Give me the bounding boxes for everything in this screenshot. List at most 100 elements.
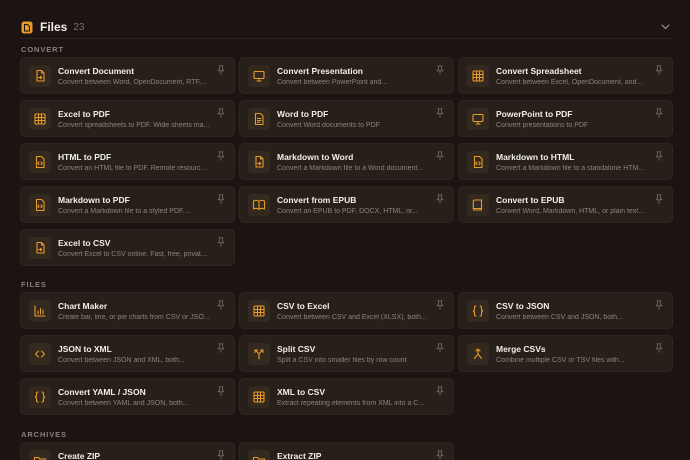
pin-icon[interactable] xyxy=(655,194,663,204)
file-convert-icon xyxy=(248,151,270,173)
tool-card-xml-to-csv[interactable]: XML to CSV Extract repeating elements fro… xyxy=(239,378,454,415)
tool-description: Convert a Markdown file to a styled PDF.… xyxy=(58,208,191,215)
pin-icon[interactable] xyxy=(436,386,444,396)
tool-title: Markdown to HTML xyxy=(496,152,575,162)
pin-icon[interactable] xyxy=(436,300,444,310)
document-icon xyxy=(248,108,270,130)
pin-icon[interactable] xyxy=(655,151,663,161)
pin-icon[interactable] xyxy=(217,194,225,204)
pin-icon[interactable] xyxy=(655,65,663,75)
pin-icon[interactable] xyxy=(217,108,225,118)
tool-title: JSON to XML xyxy=(58,344,112,354)
tool-card-excel-to-pdf[interactable]: Excel to PDF Convert spreadsheets to PDF.… xyxy=(20,100,235,137)
pin-icon[interactable] xyxy=(217,450,225,460)
pin-icon[interactable] xyxy=(436,194,444,204)
presentation-icon xyxy=(248,65,270,87)
pin-icon[interactable] xyxy=(217,300,225,310)
tool-title: Extract ZIP xyxy=(277,451,322,460)
spreadsheet-icon xyxy=(248,300,270,322)
bar-chart-icon xyxy=(29,300,51,322)
tool-card-word-to-pdf[interactable]: Word to PDF Convert Word documents to PDF xyxy=(239,100,454,137)
folder-icon xyxy=(29,450,51,460)
tool-card-markdown-to-html[interactable]: Markdown to HTML Convert a Markdown file … xyxy=(458,143,673,180)
tool-card-convert-presentation[interactable]: Convert Presentation Convert between Powe… xyxy=(239,57,454,94)
pin-icon[interactable] xyxy=(655,343,663,353)
tool-description: Split a CSV into smaller files by row co… xyxy=(277,357,407,364)
pin-icon[interactable] xyxy=(655,300,663,310)
tool-card-markdown-to-pdf[interactable]: Markdown to PDF Convert a Markdown file t… xyxy=(20,186,235,223)
tool-description: Convert Word documents to PDF xyxy=(277,122,380,129)
tool-description: Create bar, line, or pie charts from CSV… xyxy=(58,314,210,321)
pin-icon[interactable] xyxy=(436,65,444,75)
pin-icon[interactable] xyxy=(217,343,225,353)
pin-icon[interactable] xyxy=(436,151,444,161)
tool-title: Convert YAML / JSON xyxy=(58,387,146,397)
tool-title: Merge CSVs xyxy=(496,344,546,354)
tool-card-json-to-xml[interactable]: JSON to XML Convert between JSON and XML,… xyxy=(20,335,235,372)
pin-icon[interactable] xyxy=(217,65,225,75)
files-count: 23 xyxy=(73,21,85,33)
pin-icon[interactable] xyxy=(436,450,444,460)
tool-title: Convert Presentation xyxy=(277,66,363,76)
section-label-convert: CONVERT xyxy=(21,45,64,54)
spreadsheet-icon xyxy=(29,108,51,130)
tool-description: Convert between YAML and JSON, both... xyxy=(58,400,189,407)
tool-card-markdown-to-word[interactable]: Markdown to Word Convert a Markdown file … xyxy=(239,143,454,180)
tool-card-convert-spreadsheet[interactable]: Convert Spreadsheet Convert between Excel… xyxy=(458,57,673,94)
tool-card-create-zip[interactable]: Create ZIP xyxy=(20,442,235,460)
code-file-icon xyxy=(29,194,51,216)
chevron-down-icon[interactable] xyxy=(658,20,672,34)
tool-card-html-to-pdf[interactable]: HTML to PDF Convert an HTML file to PDF. … xyxy=(20,143,235,180)
tool-title: PowerPoint to PDF xyxy=(496,109,573,119)
tool-title: Excel to CSV xyxy=(58,238,111,248)
tool-card-convert-to-epub[interactable]: Convert to EPUB Convert Word, Markdown, H… xyxy=(458,186,673,223)
tool-description: Convert between JSON and XML, both... xyxy=(58,357,185,364)
tool-card-chart-maker[interactable]: Chart Maker Create bar, line, or pie char… xyxy=(20,292,235,329)
tool-description: Convert Excel to CSV online. Fast, free,… xyxy=(58,251,210,258)
tool-description: Convert an HTML file to PDF. Remote reso… xyxy=(58,165,210,172)
split-icon xyxy=(248,343,270,365)
pin-icon[interactable] xyxy=(655,108,663,118)
tool-description: Convert between Word, OpenDocument, RTF,… xyxy=(58,79,207,86)
book-open-icon xyxy=(248,194,270,216)
tool-description: Convert between Excel, OpenDocument, and… xyxy=(496,79,643,86)
section-label-archives: ARCHIVES xyxy=(21,430,67,439)
tool-title: Excel to PDF xyxy=(58,109,110,119)
tool-description: Convert between CSV and JSON, both... xyxy=(496,314,623,321)
code-icon xyxy=(29,343,51,365)
tool-description: Extract repeating elements from XML into… xyxy=(277,400,425,407)
tool-title: XML to CSV xyxy=(277,387,326,397)
tool-description: Convert between PowerPoint and... xyxy=(277,79,388,86)
file-icon xyxy=(20,20,34,34)
tool-card-split-csv[interactable]: Split CSV Split a CSV into smaller files … xyxy=(239,335,454,372)
tool-card-convert-from-epub[interactable]: Convert from EPUB Convert an EPUB to PDF,… xyxy=(239,186,454,223)
tool-title: Word to PDF xyxy=(277,109,329,119)
header-divider xyxy=(20,38,674,39)
tool-card-merge-csvs[interactable]: Merge CSVs Combine multiple CSV or TSV fi… xyxy=(458,335,673,372)
pin-icon[interactable] xyxy=(217,386,225,396)
tool-card-csv-to-excel[interactable]: CSV to Excel Convert between CSV and Exce… xyxy=(239,292,454,329)
tool-title: HTML to PDF xyxy=(58,152,112,162)
braces-icon xyxy=(467,300,489,322)
tool-card-convert-document[interactable]: Convert Document Convert between Word, Op… xyxy=(20,57,235,94)
tool-card-csv-to-json[interactable]: CSV to JSON Convert between CSV and JSON,… xyxy=(458,292,673,329)
tool-card-convert-yaml-json[interactable]: Convert YAML / JSON Convert between YAML … xyxy=(20,378,235,415)
spreadsheet-icon xyxy=(248,386,270,408)
tool-card-powerpoint-to-pdf[interactable]: PowerPoint to PDF Convert presentations t… xyxy=(458,100,673,137)
files-header[interactable]: Files 23 xyxy=(20,17,674,37)
tool-description: Convert presentations to PDF xyxy=(496,122,589,129)
tool-title: Convert from EPUB xyxy=(277,195,357,205)
tool-title: Chart Maker xyxy=(58,301,108,311)
tool-title: Convert Document xyxy=(58,66,135,76)
pin-icon[interactable] xyxy=(436,343,444,353)
tool-card-excel-to-csv[interactable]: Excel to CSV Convert Excel to CSV online.… xyxy=(20,229,235,266)
tool-description: Convert between CSV and Excel (XLSX), bo… xyxy=(277,314,427,321)
braces-icon xyxy=(29,386,51,408)
tool-card-extract-zip[interactable]: Extract ZIP xyxy=(239,442,454,460)
pin-icon[interactable] xyxy=(436,108,444,118)
spreadsheet-icon xyxy=(467,65,489,87)
pin-icon[interactable] xyxy=(217,237,225,247)
pin-icon[interactable] xyxy=(217,151,225,161)
file-convert-icon xyxy=(29,237,51,259)
tool-description: Convert spreadsheets to PDF. Wide sheets… xyxy=(58,122,210,129)
